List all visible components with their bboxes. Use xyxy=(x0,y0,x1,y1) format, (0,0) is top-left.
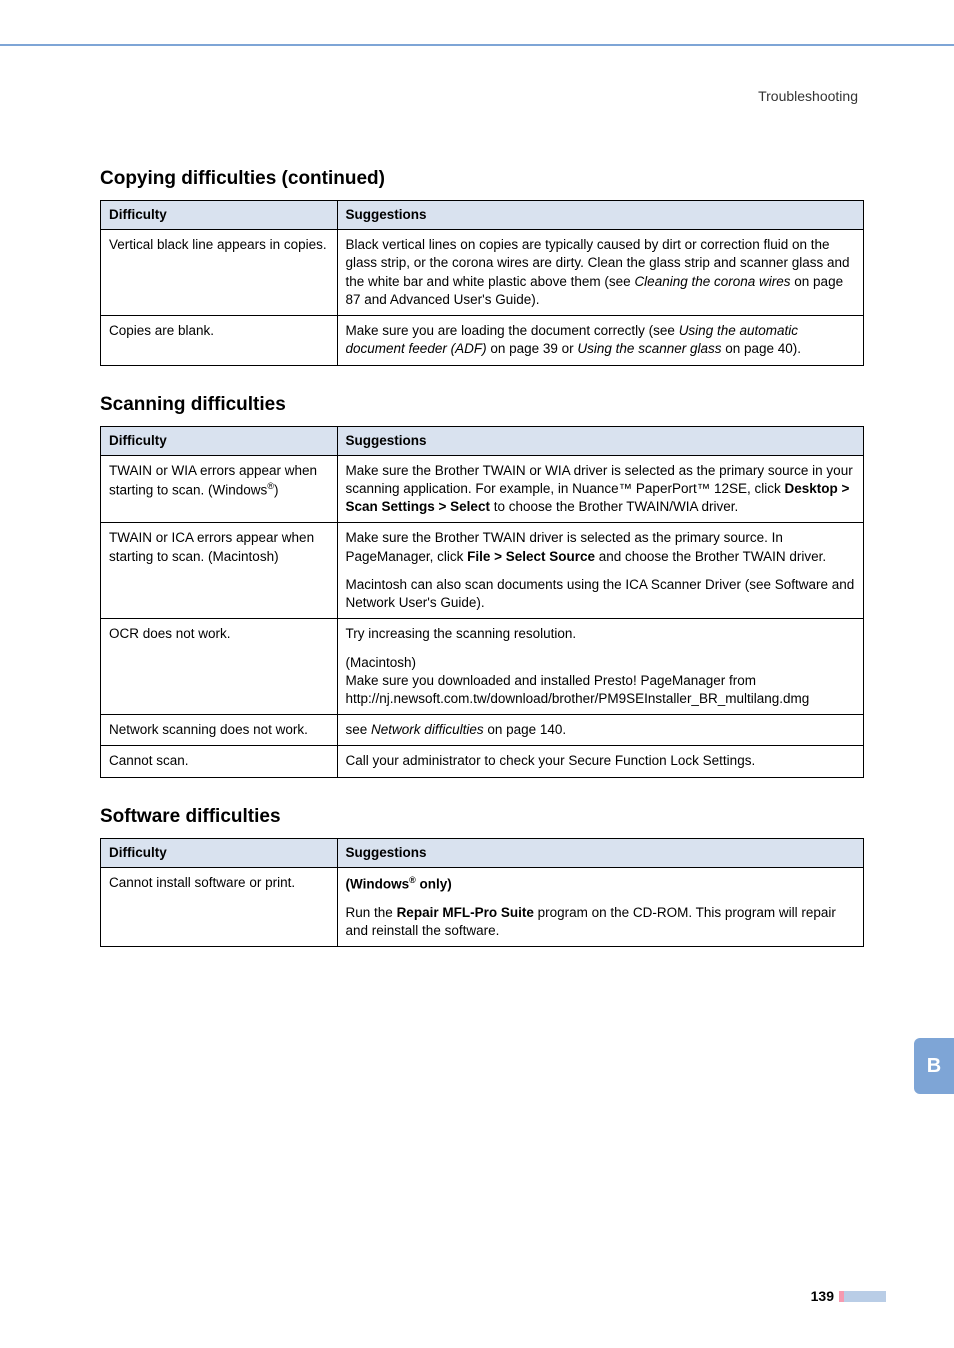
table-row: TWAIN or ICA errors appear when starting… xyxy=(101,523,864,619)
section-tab: B xyxy=(914,1038,954,1094)
body-text: (Windows® only) xyxy=(346,874,855,894)
section-title-scanning: Scanning difficulties xyxy=(100,394,864,416)
footer-accent-icon xyxy=(844,1291,886,1302)
suggestion-cell: Black vertical lines on copies are typic… xyxy=(337,230,863,316)
suggestion-cell: Make sure you are loading the document c… xyxy=(337,316,863,365)
col-header-suggestions: Suggestions xyxy=(337,838,863,867)
suggestion-cell: Call your administrator to check your Se… xyxy=(337,746,863,777)
body-text: TWAIN or WIA errors appear when starting… xyxy=(109,463,317,498)
table-header-row: Difficulty Suggestions xyxy=(101,201,864,230)
page-container: Troubleshooting Copying difficulties (co… xyxy=(0,0,954,1348)
reference-text: Using the scanner glass xyxy=(577,341,721,356)
table-row: Network scanning does not work. see Netw… xyxy=(101,715,864,746)
body-text: Make sure the Brother TWAIN or WIA drive… xyxy=(346,463,853,496)
col-header-suggestions: Suggestions xyxy=(337,201,863,230)
platform-label: (Windows xyxy=(346,876,410,891)
suggestion-cell: see Network difficulties on page 140. xyxy=(337,715,863,746)
reference-text: Cleaning the corona wires xyxy=(634,274,790,289)
body-text: on page 40). xyxy=(721,341,801,356)
copying-table: Difficulty Suggestions Vertical black li… xyxy=(100,200,864,366)
table-row: Copies are blank. Make sure you are load… xyxy=(101,316,864,365)
section-title-software: Software difficulties xyxy=(100,806,864,828)
col-header-difficulty: Difficulty xyxy=(101,426,338,455)
difficulty-cell: TWAIN or ICA errors appear when starting… xyxy=(101,523,338,619)
platform-label: only) xyxy=(416,876,452,891)
difficulty-cell: TWAIN or WIA errors appear when starting… xyxy=(101,455,338,523)
difficulty-cell: Network scanning does not work. xyxy=(101,715,338,746)
body-text: Run the xyxy=(346,905,397,920)
table-row: Cannot install software or print. (Windo… xyxy=(101,867,864,946)
table-header-row: Difficulty Suggestions xyxy=(101,838,864,867)
section-title-copying: Copying difficulties (continued) xyxy=(100,168,864,190)
col-header-difficulty: Difficulty xyxy=(101,201,338,230)
suggestion-cell: Try increasing the scanning resolution. … xyxy=(337,619,863,715)
table-row: OCR does not work. Try increasing the sc… xyxy=(101,619,864,715)
top-accent-bar xyxy=(0,0,954,46)
program-name: Repair MFL-Pro Suite xyxy=(397,905,534,920)
body-text: and choose the Brother TWAIN driver. xyxy=(595,549,826,564)
difficulty-cell: Copies are blank. xyxy=(101,316,338,365)
body-text: Macintosh can also scan documents using … xyxy=(346,576,855,612)
scanning-table: Difficulty Suggestions TWAIN or WIA erro… xyxy=(100,426,864,778)
registered-mark: ® xyxy=(409,875,416,885)
page-footer: 139 xyxy=(811,1288,886,1304)
table-row: Vertical black line appears in copies. B… xyxy=(101,230,864,316)
table-header-row: Difficulty Suggestions xyxy=(101,426,864,455)
running-head: Troubleshooting xyxy=(100,88,858,104)
table-row: Cannot scan. Call your administrator to … xyxy=(101,746,864,777)
suggestion-cell: Make sure the Brother TWAIN or WIA drive… xyxy=(337,455,863,523)
body-text: (Macintosh) xyxy=(346,654,855,672)
col-header-difficulty: Difficulty xyxy=(101,838,338,867)
registered-mark: ® xyxy=(267,481,274,491)
ui-path-text: File > Select Source xyxy=(467,549,595,564)
body-text: Try increasing the scanning resolution. xyxy=(346,625,855,643)
body-text: ) xyxy=(274,482,279,497)
body-text: on page 39 or xyxy=(487,341,578,356)
software-table: Difficulty Suggestions Cannot install so… xyxy=(100,838,864,947)
suggestion-cell: (Windows® only) Run the Repair MFL-Pro S… xyxy=(337,867,863,946)
difficulty-cell: Cannot scan. xyxy=(101,746,338,777)
body-text: Make sure you downloaded and installed P… xyxy=(346,672,855,708)
body-text: Run the Repair MFL-Pro Suite program on … xyxy=(346,904,855,940)
table-row: TWAIN or WIA errors appear when starting… xyxy=(101,455,864,523)
page-number: 139 xyxy=(811,1288,834,1304)
body-text: Make sure you are loading the document c… xyxy=(346,323,679,338)
difficulty-cell: OCR does not work. xyxy=(101,619,338,715)
difficulty-cell: Vertical black line appears in copies. xyxy=(101,230,338,316)
body-text: to choose the Brother TWAIN/WIA driver. xyxy=(490,499,738,514)
col-header-suggestions: Suggestions xyxy=(337,426,863,455)
difficulty-cell: Cannot install software or print. xyxy=(101,867,338,946)
body-text: Make sure the Brother TWAIN driver is se… xyxy=(346,529,855,565)
suggestion-cell: Make sure the Brother TWAIN driver is se… xyxy=(337,523,863,619)
body-text: see xyxy=(346,722,372,737)
reference-text: Network difficulties xyxy=(371,722,484,737)
body-text: on page 140. xyxy=(484,722,567,737)
